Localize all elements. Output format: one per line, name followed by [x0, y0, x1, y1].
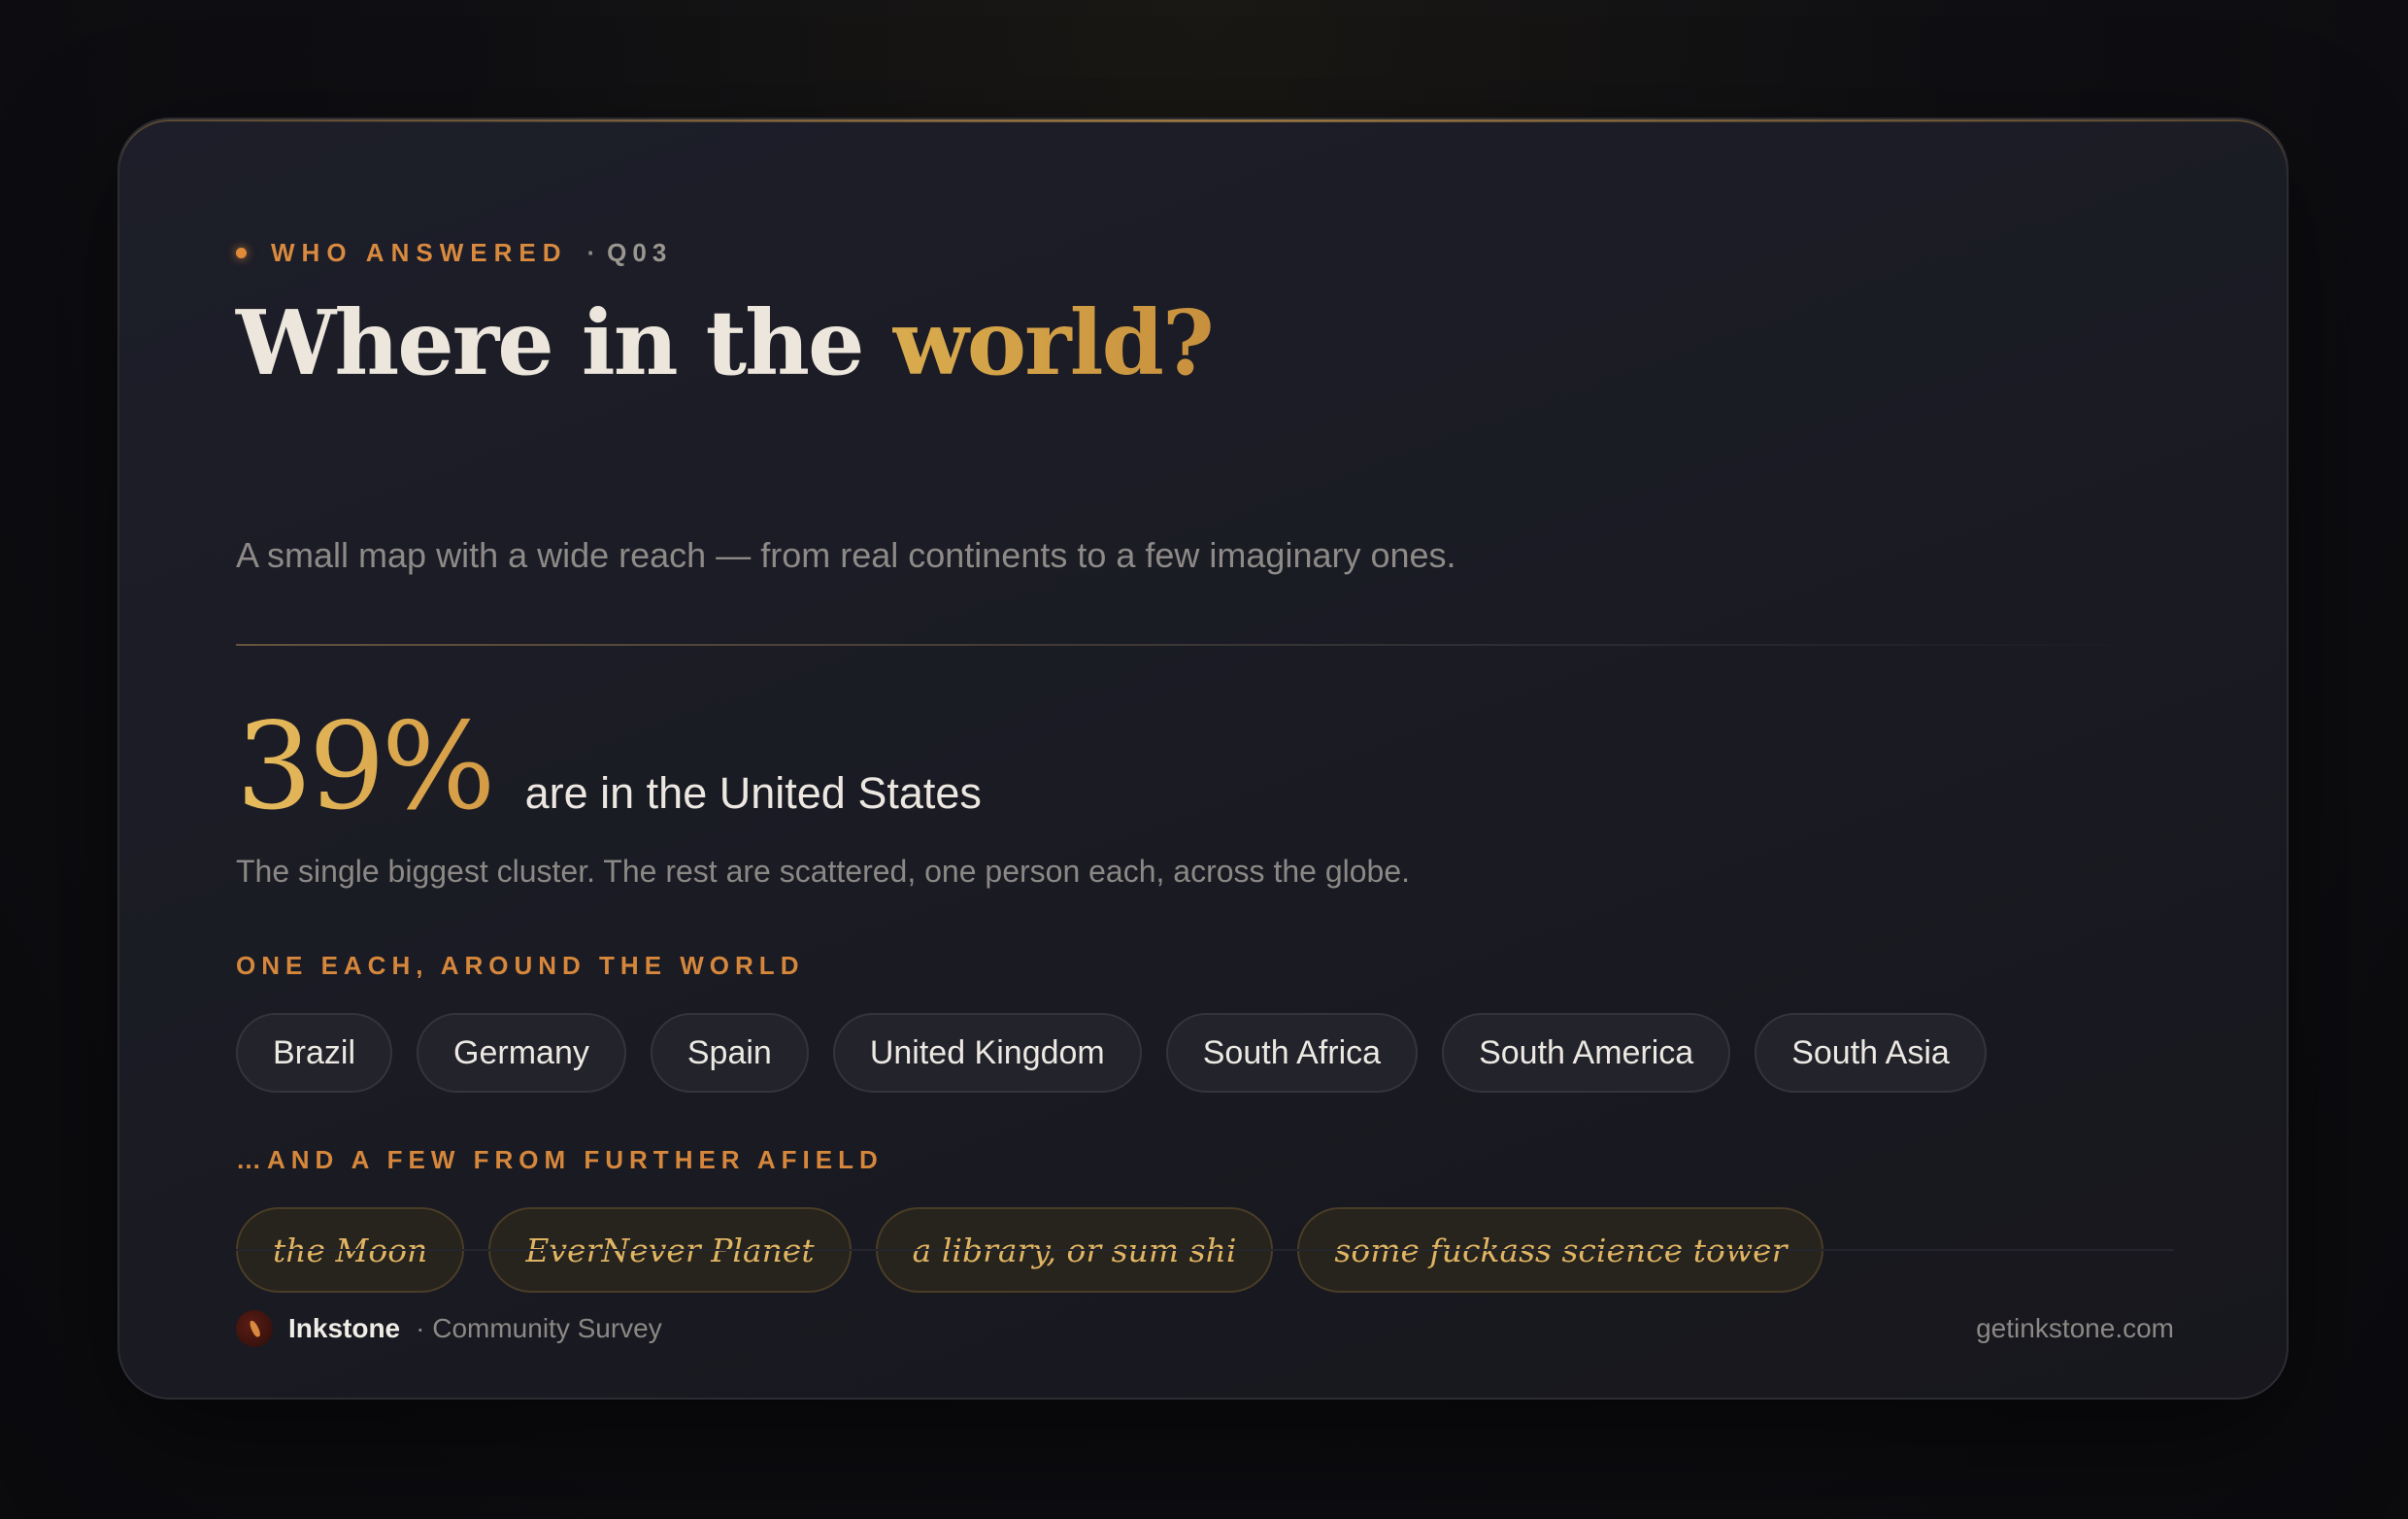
place-chip: Spain: [650, 1013, 809, 1093]
divider: [236, 644, 2174, 646]
footer-divider: [236, 1249, 2174, 1251]
question-number: Q03: [607, 237, 673, 267]
stat-row: 39% are in the United States: [236, 707, 982, 827]
survey-card: WHO ANSWERED · Q03 Where in the world? A…: [117, 118, 2289, 1400]
stat-value: 39%: [236, 697, 496, 837]
card-content: WHO ANSWERED · Q03 Where in the world? A…: [236, 119, 2174, 1398]
title-accent: world?: [891, 290, 1215, 395]
place-chip: South Africa: [1165, 1013, 1419, 1093]
place-chip: South Asia: [1755, 1013, 1987, 1093]
eyebrow: WHO ANSWERED · Q03: [236, 228, 672, 277]
footer: Inkstone · Community Survey getinkstone.…: [236, 1290, 2174, 1367]
place-chip: Brazil: [236, 1013, 393, 1093]
eyebrow-label: WHO ANSWERED: [271, 237, 568, 267]
page-title: Where in the world?: [236, 289, 1215, 396]
title-main: Where in the: [236, 290, 865, 395]
imaginary-places-label: …AND A FEW FROM FURTHER AFIELD: [236, 1145, 884, 1174]
real-places-list: Brazil Germany Spain United Kingdom Sout…: [236, 1013, 1987, 1093]
real-places-label: ONE EACH, AROUND THE WORLD: [236, 951, 805, 980]
site-url: getinkstone.com: [1976, 1313, 2174, 1343]
bullet-dot-icon: [236, 247, 247, 258]
brand: Inkstone · Community Survey: [236, 1310, 662, 1347]
eyebrow-separator: ·: [586, 237, 596, 267]
page-subtitle: A small map with a wide reach — from rea…: [236, 535, 1456, 575]
place-chip: Germany: [417, 1013, 626, 1093]
brand-subtitle: · Community Survey: [416, 1313, 662, 1343]
ink-drop-icon: [236, 1310, 273, 1347]
stat-text: are in the United States: [524, 768, 982, 818]
brand-name: Inkstone: [288, 1313, 401, 1343]
place-chip: South America: [1442, 1013, 1731, 1093]
stat-note: The single biggest cluster. The rest are…: [236, 854, 1410, 889]
place-chip: United Kingdom: [832, 1013, 1142, 1093]
